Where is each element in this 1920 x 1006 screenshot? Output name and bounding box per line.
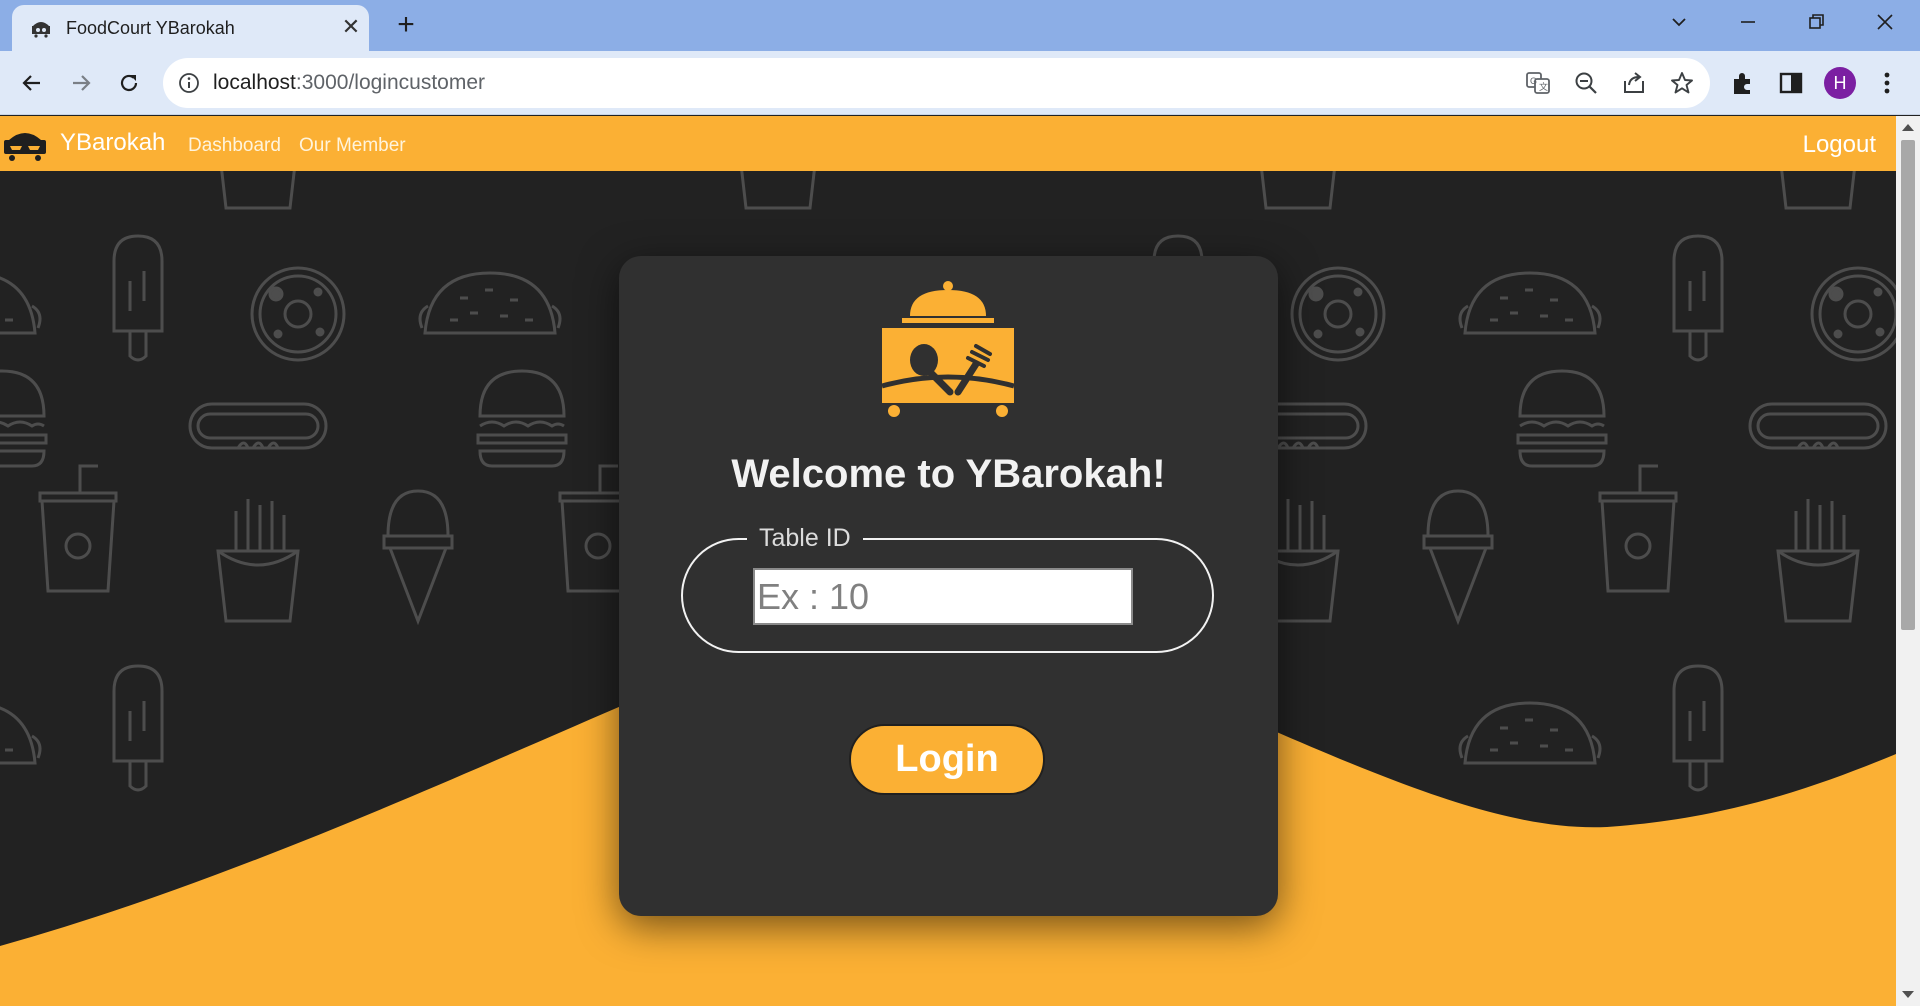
scroll-down-arrow-icon[interactable]: [1902, 991, 1914, 998]
page-viewport: YBarokah Dashboard Our Member Logout Wel…: [0, 116, 1896, 1006]
site-info-icon[interactable]: [178, 72, 200, 94]
nav-link-dashboard[interactable]: Dashboard: [188, 135, 281, 157]
share-icon[interactable]: [1621, 70, 1647, 96]
table-id-label: Table ID: [747, 524, 863, 553]
tab-search-icon[interactable]: [1661, 8, 1697, 38]
nav-link-our-member[interactable]: Our Member: [299, 135, 406, 157]
browser-tab[interactable]: FoodCourt YBarokah ✕: [12, 5, 369, 51]
close-window-icon[interactable]: [1867, 8, 1903, 38]
browser-menu-icon[interactable]: [1872, 68, 1902, 98]
extensions-icon[interactable]: [1728, 68, 1758, 98]
tab-favicon-icon: [32, 22, 50, 38]
logout-link[interactable]: Logout: [1803, 131, 1876, 159]
side-panel-icon[interactable]: [1776, 68, 1806, 98]
app-navbar: YBarokah Dashboard Our Member Logout: [0, 116, 1896, 171]
tab-title: FoodCourt YBarokah: [66, 18, 235, 38]
svg-text:文: 文: [1539, 81, 1548, 92]
login-button[interactable]: Login: [849, 724, 1045, 795]
back-icon[interactable]: [15, 66, 49, 100]
food-cart-cloche-icon: [881, 281, 1015, 417]
login-card: Welcome to YBarokah! Table ID Login: [619, 256, 1278, 916]
url-text[interactable]: localhost:3000/logincustomer: [213, 71, 485, 95]
brand-name[interactable]: YBarokah: [60, 129, 165, 157]
translate-icon[interactable]: G 文: [1525, 70, 1551, 96]
reload-icon[interactable]: [112, 66, 146, 100]
brand-logo-icon[interactable]: [2, 126, 48, 162]
scrollbar-thumb[interactable]: [1901, 140, 1915, 630]
minimize-icon[interactable]: [1730, 8, 1766, 38]
tab-close-icon[interactable]: ✕: [338, 14, 364, 40]
svg-text:G: G: [1530, 76, 1537, 86]
table-id-input[interactable]: [753, 568, 1133, 625]
new-tab-button[interactable]: +: [390, 10, 422, 42]
bookmark-star-icon[interactable]: [1669, 70, 1695, 96]
address-bar[interactable]: localhost:3000/logincustomer G 文: [163, 58, 1710, 108]
table-id-fieldset: Table ID: [681, 524, 1214, 653]
zoom-out-icon[interactable]: [1573, 70, 1599, 96]
scroll-up-arrow-icon[interactable]: [1902, 124, 1914, 131]
restore-icon[interactable]: [1798, 8, 1834, 38]
profile-avatar[interactable]: H: [1824, 67, 1856, 99]
forward-icon[interactable]: [64, 66, 98, 100]
page-scrollbar[interactable]: [1896, 116, 1920, 1006]
welcome-heading: Welcome to YBarokah!: [731, 452, 1166, 496]
